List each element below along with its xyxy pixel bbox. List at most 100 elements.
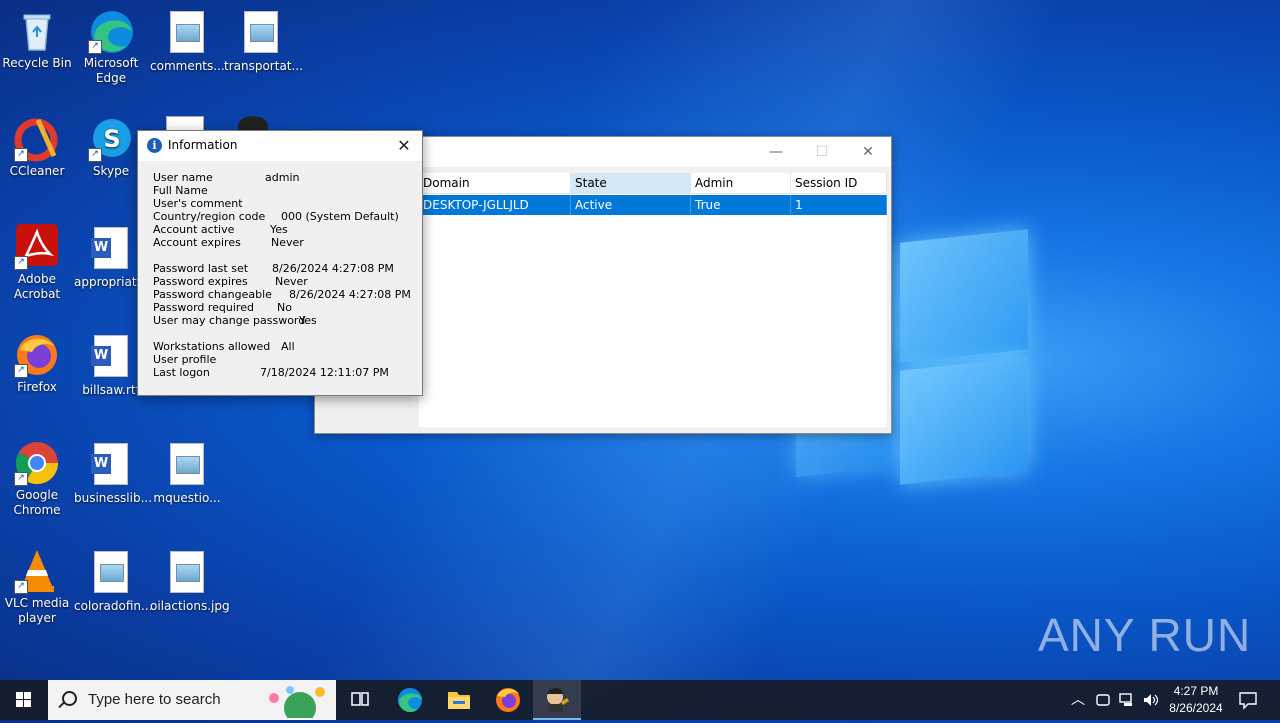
column-header-state[interactable]: State [571,173,691,193]
info-row: User profile [153,353,415,366]
desktop-icon-label: businesslib... [74,491,153,505]
shortcut-arrow-icon: ↗ [14,472,28,486]
sessions-list[interactable]: Domain State Admin Session ID DESKTOP-JG… [419,173,887,427]
taskbar: Type here to search ︿ 4:27 PM 8/26/2024 [0,680,1280,720]
taskbar-file-explorer[interactable] [435,680,483,720]
column-header-domain[interactable]: Domain [419,173,571,193]
field-key: Full Name [153,184,208,197]
clock-date: 8/26/2024 [1169,701,1223,715]
desktop-icon-google-chrome[interactable]: ↗ Google Chrome [0,440,74,518]
column-header-session-id[interactable]: Session ID [791,173,887,193]
close-button[interactable]: ✕ [392,135,416,157]
field-value: Yes [270,223,288,236]
field-key: User's comment [153,197,243,210]
table-row[interactable]: DESKTOP-JGLLJLD Active True 1 [419,195,887,215]
desktop-icon-label: CCleaner [9,164,65,178]
shortcut-arrow-icon: ↗ [88,40,102,54]
meet-now-icon[interactable] [1094,691,1112,709]
close-button[interactable]: ✕ [845,137,891,167]
maximize-button[interactable]: ☐ [799,137,845,167]
taskbar-clock[interactable]: 4:27 PM 8/26/2024 [1160,683,1232,717]
desktop-icon-vlc[interactable]: ↗ VLC media player [0,548,74,626]
desktop-icon-label: Microsoft Edge [83,56,139,85]
field-key: Country/region code [153,210,266,223]
desktop-icon-ccleaner[interactable]: ↗ CCleaner [0,116,74,179]
desktop-icon-label: comments... [150,59,225,73]
desktop-icon-transportat[interactable]: transportat... [224,8,303,74]
field-key: Password expires [153,275,248,288]
word-document-icon: W [91,227,128,269]
anyrun-watermark: ANY RUN [1038,609,1252,661]
desktop-icon-coloradofin[interactable]: coloradofin... [74,548,152,614]
information-dialog[interactable]: i Information ✕ User name admin Full Name… [137,130,423,396]
svg-text:S: S [103,125,120,153]
volume-icon[interactable] [1142,691,1160,709]
desktop-icon-firefox[interactable]: ↗ Firefox [0,332,74,395]
desktop-icon-label: VLC media player [4,596,70,625]
taskbar-task-view[interactable] [336,680,384,720]
cell-domain: DESKTOP-JGLLJLD [419,195,571,215]
field-value: Never [271,236,304,249]
shortcut-arrow-icon: ↗ [14,256,28,270]
shortcut-arrow-icon: ↗ [14,364,28,378]
field-key: Account expires [153,236,241,249]
image-file-icon [170,443,204,485]
info-row: Password changeable 8/26/2024 4:27:08 PM [153,288,415,301]
desktop-icon-label: oilactions.jpg [150,599,230,613]
field-value: 7/18/2024 12:11:07 PM [260,366,389,379]
desktop-icon-oilactions[interactable]: oilactions.jpg [150,548,230,614]
firefox-icon [496,688,520,712]
field-value: All [281,340,295,353]
desktop-icon-adobe-acrobat[interactable]: ↗ Adobe Acrobat [0,224,74,302]
taskbar-search-box[interactable]: Type here to search [48,680,336,720]
info-row: Password expires Never [153,275,415,288]
edge-icon [398,688,422,713]
desktop-icon-comments[interactable]: comments... [150,8,225,74]
network-icon[interactable] [1118,691,1136,709]
taskbar-edge[interactable] [386,680,434,720]
info-row: Last logon 7/18/2024 12:11:07 PM [153,366,415,379]
field-value: No [277,301,292,314]
desktop-icon-label: mquestio... [153,491,221,505]
desktop-icon-label: Google Chrome [13,488,61,517]
info-icon: i [147,138,162,153]
taskbar-firefox[interactable] [484,680,532,720]
taskbar-running-app[interactable] [533,680,581,720]
image-file-icon [170,11,204,53]
cell-session-id: 1 [791,195,887,215]
dialog-titlebar[interactable]: i Information ✕ [138,131,422,161]
notification-center-icon[interactable] [1238,690,1258,710]
field-key: Password required [153,301,254,314]
field-key: Workstations allowed [153,340,271,353]
field-key: User profile [153,353,217,366]
shortcut-arrow-icon: ↗ [14,580,28,594]
recycle-bin-icon [23,14,51,51]
search-highlight-globe-icon [269,686,325,718]
search-icon [62,691,77,706]
info-row: Account active Yes [153,223,415,236]
image-file-icon [244,11,278,53]
desktop-icon-mquestio[interactable]: mquestio... [150,440,224,506]
info-row: User name admin [153,171,415,184]
start-button[interactable] [0,680,48,720]
clock-time: 4:27 PM [1173,684,1219,698]
desktop-icon-edge[interactable]: ↗ Microsoft Edge [74,8,148,86]
show-hidden-icons-chevron-icon[interactable]: ︿ [1068,680,1088,720]
field-value: admin [265,171,300,184]
column-header-admin[interactable]: Admin [691,173,791,193]
word-document-icon: W [91,443,128,485]
desktop-icon-recycle-bin[interactable]: Recycle Bin [0,8,74,71]
field-key: Last logon [153,366,210,379]
desktop-icon-businesslib[interactable]: W businesslib... [74,440,153,506]
info-row: Password last set 8/26/2024 4:27:08 PM [153,262,415,275]
windows-start-icon [16,692,31,707]
field-value: Never [275,275,308,288]
info-row: Country/region code 000 (System Default) [153,210,415,223]
field-key: Password changeable [153,288,272,301]
desktop-icon-label: Adobe Acrobat [13,272,61,301]
word-document-icon: W [91,335,128,377]
desktop-icon-label: Recycle Bin [2,56,72,70]
minimize-button[interactable]: — [753,137,799,167]
shortcut-arrow-icon: ↗ [88,148,102,162]
task-view-icon [351,692,369,706]
